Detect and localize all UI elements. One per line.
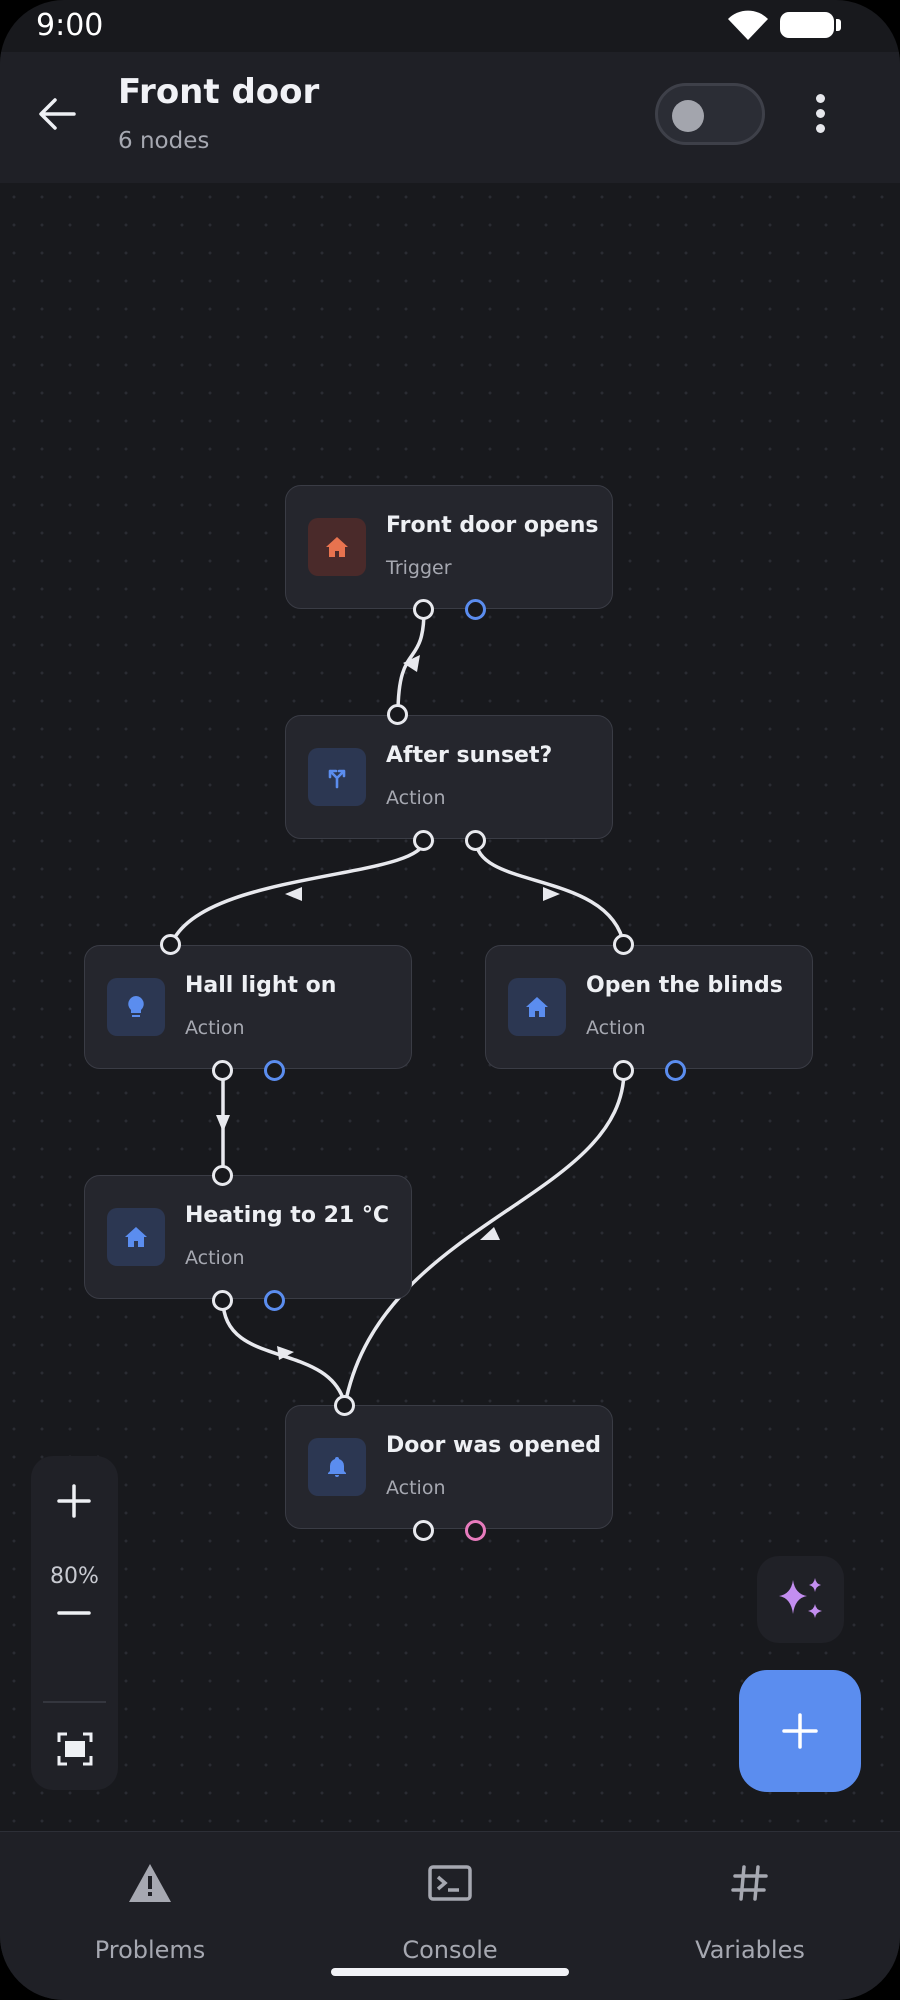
nav-problems[interactable]: Problems: [0, 1832, 300, 1972]
zoom-in-button[interactable]: [31, 1466, 118, 1536]
output-port[interactable]: [613, 1060, 634, 1081]
node-hall-light-on[interactable]: Hall light on Action: [84, 945, 412, 1069]
input-port[interactable]: [160, 934, 181, 955]
branch-icon: [308, 748, 366, 806]
node-title: After sunset?: [386, 743, 553, 768]
add-node-button[interactable]: [739, 1670, 861, 1792]
edge-arrow: [285, 887, 302, 901]
nav-label: Console: [402, 1936, 498, 1964]
terminal-icon: [428, 1865, 472, 1901]
zoom-controls: 80%: [31, 1456, 118, 1790]
node-after-sunset[interactable]: After sunset? Action: [285, 715, 613, 839]
plus-icon: [57, 1484, 91, 1518]
output-port[interactable]: [413, 830, 434, 851]
bell-icon: [308, 1438, 366, 1496]
home-icon: [508, 978, 566, 1036]
node-title: Heating to 21 °C: [185, 1203, 390, 1228]
node-title: Door was opened: [386, 1433, 602, 1458]
output-port[interactable]: [212, 1060, 233, 1081]
node-type: Trigger: [386, 557, 452, 579]
output-port-secondary[interactable]: [264, 1290, 285, 1311]
fit-screen-icon: [57, 1732, 93, 1766]
node-open-the-blinds[interactable]: Open the blinds Action: [485, 945, 813, 1069]
node-title: Open the blinds: [586, 973, 783, 998]
lightbulb-icon: [107, 978, 165, 1036]
node-type: Action: [185, 1017, 245, 1039]
node-type: Action: [586, 1017, 646, 1039]
ai-assist-button[interactable]: [757, 1556, 844, 1643]
edge-arrow: [543, 887, 560, 901]
nav-console[interactable]: Console: [300, 1832, 600, 1972]
zoom-out-button[interactable]: [31, 1578, 118, 1648]
node-type: Action: [386, 787, 446, 809]
input-port[interactable]: [613, 934, 634, 955]
edge-arrow: [216, 1115, 230, 1132]
fit-screen-button[interactable]: [31, 1714, 118, 1784]
warning-icon: [129, 1864, 171, 1902]
node-door-was-opened[interactable]: Door was opened Action: [285, 1405, 613, 1529]
output-port[interactable]: [413, 599, 434, 620]
home-icon: [308, 518, 366, 576]
sparkles-icon: [779, 1578, 822, 1618]
home-indicator: [331, 1968, 569, 1976]
output-port-secondary[interactable]: [264, 1060, 285, 1081]
nav-label: Problems: [94, 1936, 206, 1964]
output-port[interactable]: [413, 1520, 434, 1541]
node-type: Action: [185, 1247, 245, 1269]
input-port[interactable]: [387, 704, 408, 725]
output-port-secondary[interactable]: [465, 599, 486, 620]
minus-icon: [57, 1611, 91, 1615]
node-type: Action: [386, 1477, 446, 1499]
nav-variables[interactable]: Variables: [600, 1832, 900, 1972]
output-port-secondary[interactable]: [665, 1060, 686, 1081]
node-heating[interactable]: Heating to 21 °C Action: [84, 1175, 412, 1299]
input-port[interactable]: [212, 1165, 233, 1186]
output-port[interactable]: [465, 830, 486, 851]
node-front-door-opens[interactable]: Front door opens Trigger: [285, 485, 613, 609]
node-title: Hall light on: [185, 973, 337, 998]
divider: [43, 1701, 106, 1703]
output-port[interactable]: [212, 1290, 233, 1311]
hash-icon: [731, 1865, 768, 1901]
phone-screen: 9:00 Front door 6 nodes Front door opens…: [0, 0, 900, 2000]
node-title: Front door opens: [386, 513, 599, 538]
plus-icon: [782, 1713, 818, 1749]
home-icon: [107, 1208, 165, 1266]
input-port[interactable]: [334, 1395, 355, 1416]
output-port-secondary[interactable]: [465, 1520, 486, 1541]
nav-label: Variables: [695, 1936, 805, 1964]
